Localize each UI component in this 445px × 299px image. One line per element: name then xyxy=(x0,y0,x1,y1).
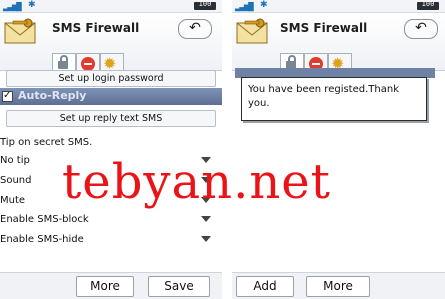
more-button[interactable]: More xyxy=(76,276,134,297)
stop-icon xyxy=(81,57,95,71)
tip-mode-select[interactable]: No tip xyxy=(0,155,30,166)
auto-reply-checkbox[interactable]: ✓ xyxy=(2,91,13,102)
more-button[interactable]: More xyxy=(306,276,370,297)
save-button[interactable]: Save xyxy=(148,276,210,297)
sms-block-select[interactable]: Enable SMS-block xyxy=(0,214,89,225)
add-button[interactable]: Add xyxy=(236,276,294,297)
app-title: SMS Firewall xyxy=(280,21,368,35)
info-dialog[interactable]: You have been registed.Thank you. xyxy=(241,77,427,121)
back-arrow-icon: ↶ xyxy=(189,20,201,36)
app-header: SMS Firewall ↶ ✹ xyxy=(0,13,222,74)
chevron-down-icon[interactable] xyxy=(201,236,211,242)
auto-reply-label: Auto-Reply xyxy=(18,89,87,102)
envelope-key-icon xyxy=(4,18,36,44)
sound-select[interactable]: Sound xyxy=(0,175,32,186)
battery-icon: 100 xyxy=(417,0,439,10)
watermark-text: tebyan.net xyxy=(62,154,331,210)
auto-reply-row[interactable]: ✓ Auto-Reply xyxy=(0,88,222,105)
status-bar: ▂▃▅▇ ✱ 100 xyxy=(0,0,222,13)
app-header: SMS Firewall ↶ ✹ xyxy=(232,13,445,74)
back-button[interactable]: ↶ xyxy=(404,19,438,39)
bluetooth-icon: ✱ xyxy=(260,0,268,10)
left-screen: ▂▃▅▇ ✱ 100 SMS Firewall ↶ ✹ Set up login… xyxy=(0,0,222,299)
envelope-key-icon xyxy=(236,18,268,44)
back-arrow-icon: ↶ xyxy=(415,20,427,36)
right-screen: ▂▃▅▇ ✱ 100 SMS Firewall ↶ ✹ You have bee… xyxy=(232,0,445,299)
back-button[interactable]: ↶ xyxy=(178,19,212,39)
screen-divider xyxy=(222,0,232,299)
softkey-bar: More Save xyxy=(0,272,222,299)
bluetooth-icon: ✱ xyxy=(28,0,36,10)
status-bar: ▂▃▅▇ ✱ 100 xyxy=(232,0,445,13)
login-password-button[interactable]: Set up login password xyxy=(6,70,216,87)
signal-icon: ▂▃▅▇ xyxy=(3,2,22,12)
dialog-message: You have been registed.Thank you. xyxy=(248,84,399,109)
sms-hide-select[interactable]: Enable SMS-hide xyxy=(0,234,84,245)
signal-icon: ▂▃▅▇ xyxy=(235,2,254,12)
chevron-down-icon[interactable] xyxy=(201,216,211,222)
reply-text-button[interactable]: Set up reply text SMS xyxy=(6,110,216,127)
mute-select[interactable]: Mute xyxy=(0,195,25,206)
lock-icon xyxy=(58,55,68,69)
app-title: SMS Firewall xyxy=(52,21,140,35)
battery-icon: 100 xyxy=(194,0,216,10)
softkey-bar: Add More xyxy=(232,272,445,299)
tip-secret-label: Tip on secret SMS. xyxy=(0,137,93,148)
